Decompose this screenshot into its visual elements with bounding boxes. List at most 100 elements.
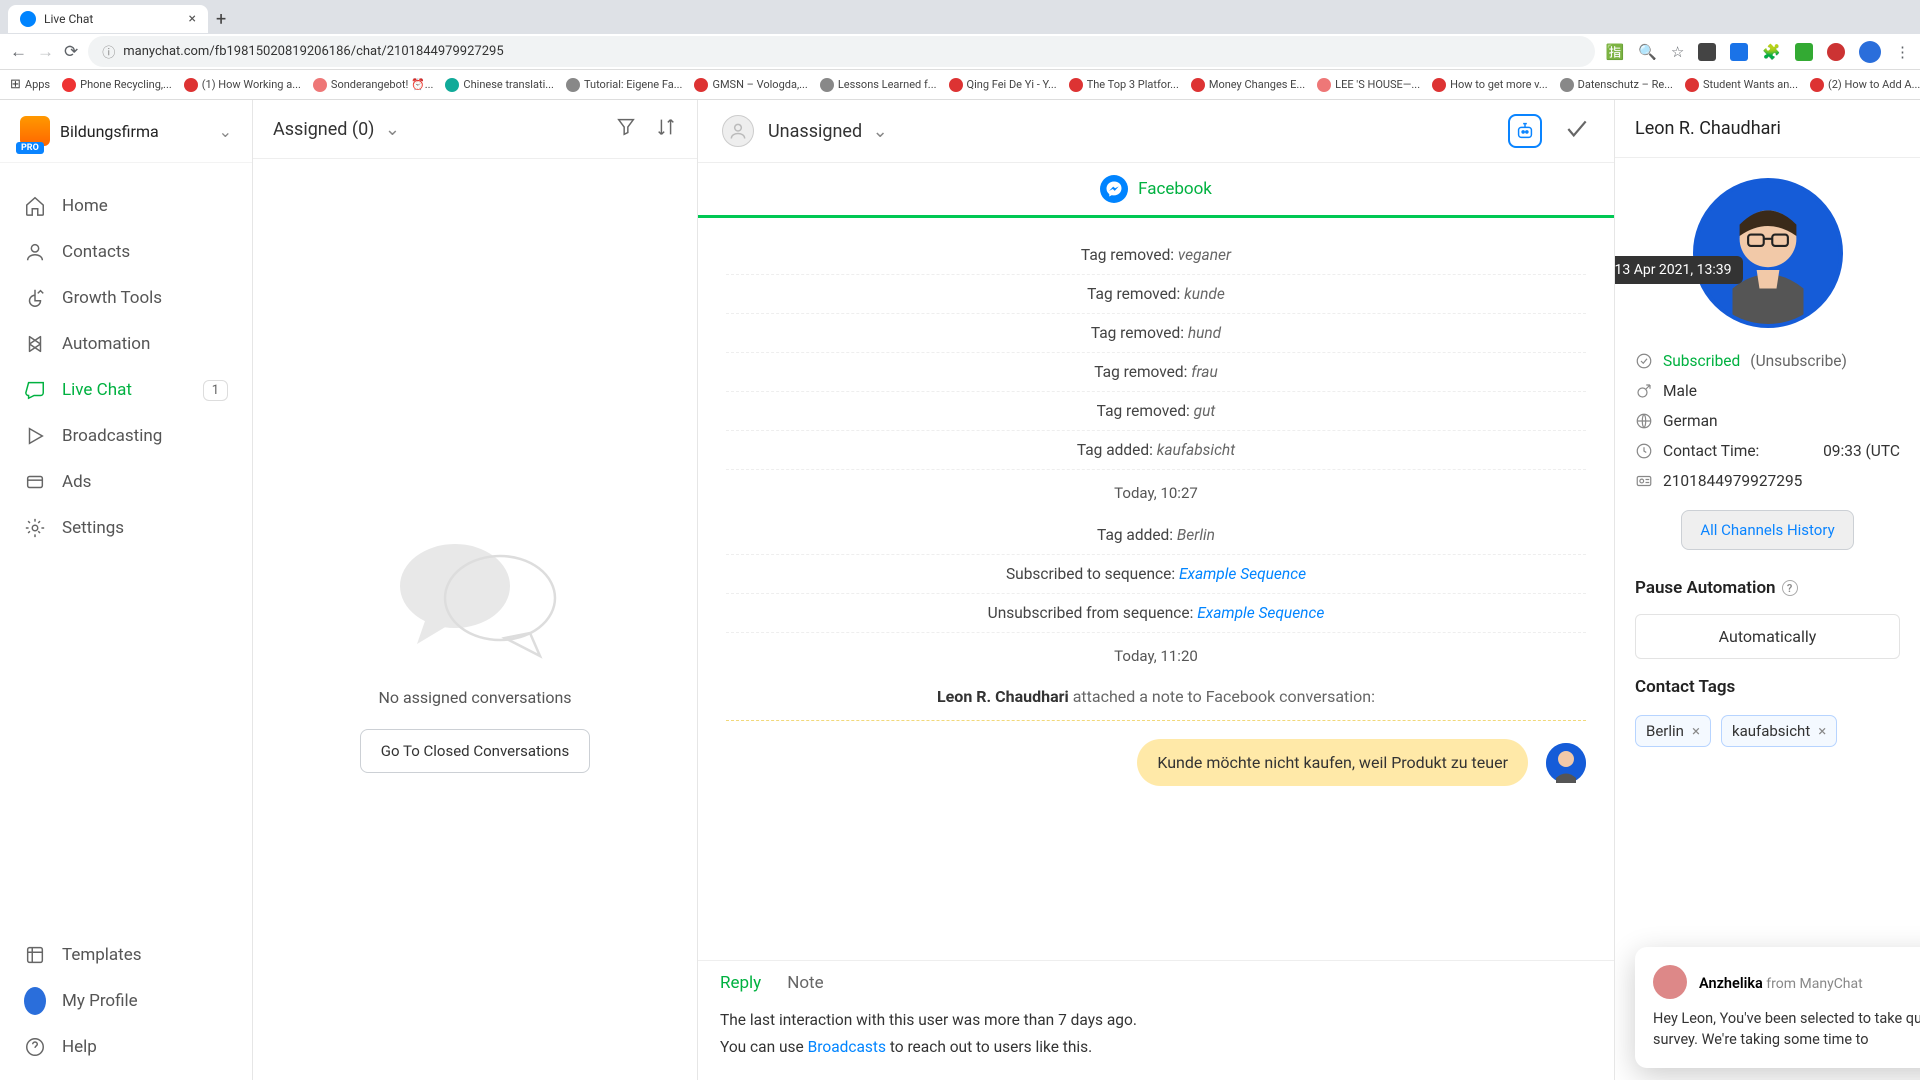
popup-body: Hey Leon, You've been selected to take q… [1653, 1009, 1920, 1050]
conversation-list: Assigned (0) ⌄ No assigned conversations… [253, 100, 698, 1080]
extension-icon[interactable] [1795, 43, 1813, 61]
bookmark-item[interactable]: (2) How to Add A... [1810, 78, 1920, 92]
profile-avatar[interactable] [1859, 41, 1881, 63]
extension-icon[interactable] [1698, 43, 1716, 61]
sidebar-item-my-profile[interactable]: My Profile [0, 978, 252, 1024]
nav-label: Automation [62, 334, 150, 354]
system-event: Tag removed: frau [726, 353, 1586, 392]
nav-icon [24, 287, 46, 309]
bookmark-item[interactable]: Lessons Learned f... [820, 78, 937, 92]
note-row: Kunde möchte nicht kaufen, weil Produkt … [726, 720, 1586, 786]
sidebar-item-broadcasting[interactable]: Broadcasting [0, 413, 252, 459]
close-icon[interactable]: × [189, 11, 196, 27]
unsubscribe-link[interactable]: (Unsubscribe) [1750, 352, 1847, 370]
bookmark-item[interactable]: GMSN – Vologda,... [694, 78, 807, 92]
channel-indicator[interactable]: Facebook [698, 163, 1614, 218]
sidebar-item-settings[interactable]: Settings [0, 505, 252, 551]
survey-popup[interactable]: Anzhelika from ManyChat Hey Leon, You've… [1635, 947, 1920, 1068]
contact-id: 2101844979927295 [1663, 472, 1802, 490]
all-channels-button[interactable]: All Channels History [1681, 510, 1853, 550]
broadcasts-link[interactable]: Broadcasts [808, 1038, 886, 1056]
bookmarks-bar: ⊞ Apps Phone Recycling,... (1) How Working… [0, 70, 1920, 100]
bookmark-item[interactable]: LEE 'S HOUSE—... [1317, 78, 1420, 92]
closed-conversations-button[interactable]: Go To Closed Conversations [360, 729, 590, 773]
sidebar-item-home[interactable]: Home [0, 183, 252, 229]
sidebar-item-ads[interactable]: Ads [0, 459, 252, 505]
chat-header: Unassigned ⌄ [698, 100, 1614, 163]
url-input[interactable]: ⓘ manychat.com/fb19815020819206186/chat/… [88, 36, 1595, 67]
chat-panel: Unassigned ⌄ Facebook Tag removed: vegan… [698, 100, 1615, 1080]
extension-icon[interactable] [1827, 43, 1845, 61]
search-icon[interactable]: 🔍 [1638, 43, 1657, 61]
bookmark-item[interactable]: Phone Recycling,... [62, 78, 172, 92]
bookmark-item[interactable]: Qing Fei De Yi - Y... [949, 78, 1057, 92]
nav-icon [24, 944, 46, 966]
tab-bar: Live Chat × + [0, 0, 1920, 34]
bookmark-item[interactable]: Datenschutz – Re... [1560, 78, 1673, 92]
note-avatar [1546, 743, 1586, 783]
bookmark-item[interactable]: (1) How Working a... [184, 78, 301, 92]
bookmark-icon[interactable]: ☆ [1671, 43, 1684, 61]
chat-actions [1508, 114, 1590, 148]
tab-reply[interactable]: Reply [720, 973, 761, 993]
remove-tag-icon[interactable]: × [1818, 722, 1826, 740]
system-event: Tag removed: veganer [726, 236, 1586, 275]
extension-icon[interactable] [1730, 43, 1748, 61]
system-event: Tag removed: hund [726, 314, 1586, 353]
bookmark-item[interactable]: Money Changes E... [1191, 78, 1305, 92]
contact-tags-title: Contact Tags [1635, 677, 1900, 697]
note-bubble: Kunde möchte nicht kaufen, weil Produkt … [1137, 739, 1528, 786]
remove-tag-icon[interactable]: × [1692, 722, 1700, 740]
system-event: Subscribed to sequence: Example Sequence [726, 555, 1586, 594]
workspace-switcher[interactable]: PRO Bildungsfirma ⌄ [0, 100, 252, 163]
extensions-icon[interactable]: 🧩 [1762, 43, 1781, 61]
assignee-avatar [722, 115, 754, 147]
bookmark-item[interactable]: Sonderangebot! ⏰... [313, 78, 434, 92]
browser-tab[interactable]: Live Chat × [8, 5, 208, 33]
sort-icon[interactable] [655, 116, 677, 142]
filter-icon[interactable] [615, 116, 637, 142]
translate-icon[interactable]: 🈯 [1605, 43, 1624, 61]
nav-label: Settings [62, 518, 124, 538]
sidebar-item-help[interactable]: Help [0, 1024, 252, 1070]
bot-button[interactable] [1508, 114, 1542, 148]
sidebar-item-growth-tools[interactable]: Growth Tools [0, 275, 252, 321]
menu-icon[interactable]: ⋮ [1895, 43, 1910, 61]
bookmark-item[interactable]: Student Wants an... [1685, 78, 1798, 92]
sidebar-item-automation[interactable]: Automation [0, 321, 252, 367]
bookmark-item[interactable]: Chinese translati... [445, 78, 554, 92]
reload-icon[interactable]: ⟳ [64, 42, 78, 62]
bookmark-item[interactable]: Tutorial: Eigene Fa... [566, 78, 683, 92]
chevron-down-icon: ⌄ [873, 121, 888, 142]
pause-title-text: Pause Automation [1635, 578, 1776, 598]
sequence-link[interactable]: Example Sequence [1197, 604, 1324, 622]
contact-details: Subscribed (Unsubscribe) Male German Con… [1635, 346, 1900, 496]
apps-shortcut[interactable]: ⊞ Apps [10, 77, 50, 92]
nav-label: Broadcasting [62, 426, 162, 446]
bookmark-item[interactable]: How to get more v... [1432, 78, 1548, 92]
back-icon[interactable]: ← [10, 42, 27, 62]
forward-icon[interactable]: → [37, 42, 54, 62]
assignee-selector[interactable]: Unassigned ⌄ [768, 121, 888, 142]
sidebar-item-live-chat[interactable]: Live Chat1 [0, 367, 252, 413]
sequence-link[interactable]: Example Sequence [1179, 565, 1306, 583]
system-event: Unsubscribed from sequence: Example Sequ… [726, 594, 1586, 633]
tab-note[interactable]: Note [787, 973, 823, 993]
resolve-button[interactable] [1564, 116, 1590, 146]
tag-chip: Berlin× [1635, 715, 1711, 747]
sidebar-item-templates[interactable]: Templates [0, 932, 252, 978]
nav-label: Contacts [62, 242, 130, 262]
sidebar-item-contacts[interactable]: Contacts [0, 229, 252, 275]
bookmark-item[interactable]: The Top 3 Platfor... [1069, 78, 1179, 92]
app: PRO Bildungsfirma ⌄ Home Contacts Growth T… [0, 100, 1920, 1080]
nav-icon [24, 333, 46, 355]
info-suffix: to reach out to users like this. [886, 1038, 1092, 1056]
help-icon[interactable]: ? [1782, 580, 1798, 596]
pause-automation-selector[interactable]: Automatically [1635, 614, 1900, 659]
timeline[interactable]: Tag removed: veganerTag removed: kundeTa… [698, 218, 1614, 960]
contact-avatar[interactable] [1693, 178, 1843, 328]
list-filter[interactable]: Assigned (0) ⌄ [273, 119, 400, 140]
new-tab-button[interactable]: + [216, 9, 226, 30]
nav-icon [24, 241, 46, 263]
contact-tags-section: Contact Tags [1615, 659, 1920, 703]
